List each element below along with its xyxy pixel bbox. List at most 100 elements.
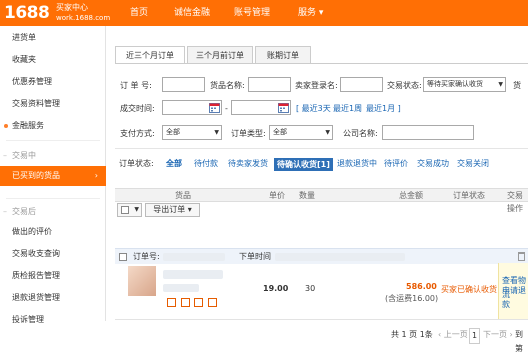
select-arrow-icon-2: ▼ [214,129,219,136]
order-meta-redacted [275,253,405,261]
sidebar-item-complaints[interactable]: 投诉管理 [0,310,106,330]
range-separator: - [225,104,228,113]
status-pending-receipt[interactable]: 待确认收货[1] [274,158,333,171]
status-refunding[interactable]: 退款退货中 [337,156,377,172]
unit-price: 19.00 [263,284,289,293]
sidebar-item-purchased-goods[interactable]: 已买到的货品 › [0,166,106,186]
shipping-fee: (含运费16.00) [385,294,439,303]
badge-icon-4 [207,298,217,307]
calendar-icon[interactable] [209,102,220,113]
sidebar-item-refunds[interactable]: 退款退货管理 [0,288,106,308]
sidebar-item-finance-label: 金融服务 [12,121,44,130]
site-logo[interactable]: 1688 [4,3,50,23]
select-arrow-icon-3: ▼ [325,129,330,136]
col-quantity: 数量 [299,191,315,200]
sidebar: 进货单 收藏夹 优惠券管理 交易资料管理 金融服务 – 交易中 已买到的货品 ›… [0,26,106,324]
goods-code-label-cut: 货 [513,81,521,90]
status-pending-review[interactable]: 待评价 [384,156,408,172]
sidebar-item-income-expense[interactable]: 交易收支查询 [0,244,106,264]
pager-prev[interactable]: ‹ 上一页 [438,328,468,342]
order-row: 19.00 30 586.00 (含运费16.00) 买家已确认收货 查看物流 … [115,263,528,320]
collapse-icon: – [3,151,7,160]
goods-name-label: 货品名称: [210,81,245,90]
delete-order-icon[interactable] [518,252,525,261]
tab-divider [115,63,528,64]
logo-subtitle: 买家中心 work.1688.com [56,3,110,23]
goods-name-input[interactable] [248,77,291,92]
sidebar-item-coupons[interactable]: 优惠券管理 [0,72,106,92]
seller-input[interactable] [340,77,383,92]
tab-recent-3-months[interactable]: 近三个月订单 [115,46,185,64]
calendar-icon-2[interactable] [278,102,289,113]
table-header: 货品 单价 数量 总金额 订单状态 交易操作 [115,188,528,213]
select-all-dropdown[interactable]: ▼ [117,203,142,217]
tab-credit-orders[interactable]: 账期订单 [255,46,311,64]
quick-link-1-week[interactable]: 最近1周 [333,102,362,116]
pager-goto: 到第 [515,330,523,353]
col-order-status: 订单状态 [453,191,485,200]
logo-subtitle-cn: 买家中心 [56,3,88,12]
sidebar-group-in-trade: – 交易中 [0,146,106,166]
order-header-row: 订单号: 下单时间 [115,248,528,264]
trade-status-select[interactable]: 等待买家确认收货 ▼ [423,77,506,92]
apply-refund-link[interactable]: 申请退款 [502,284,528,312]
order-checkbox[interactable] [119,253,127,261]
sidebar-item-finance[interactable]: 金融服务 [0,116,106,136]
tab-older-than-3-months[interactable]: 三个月前订单 [187,46,253,64]
sidebar-divider-2 [6,198,100,199]
filter-divider [115,148,528,149]
sidebar-item-qc-reports[interactable]: 质检报告管理 [0,266,106,286]
sidebar-divider [6,140,100,141]
product-title-redacted[interactable] [163,270,223,279]
finance-dot-icon [4,124,8,128]
col-unit-price: 单价 [269,191,285,200]
select-arrow-icon: ▼ [498,81,503,88]
trade-status-value: 等待买家确认收货 [427,80,483,88]
nav-service[interactable]: 服务 ▾ [298,0,323,26]
deal-time-start-input[interactable] [162,100,222,115]
export-orders-button[interactable]: 导出订单 ▾ [145,203,200,217]
main-content: 近三个月订单 三个月前订单 账期订单 订 单 号: 货品名称: 卖家登录名: 交… [107,26,528,353]
order-type-select[interactable]: 全部 ▼ [269,125,333,140]
pager-current-page[interactable]: 1 [469,328,480,344]
order-no-label: 订 单 号: [120,81,152,90]
seller-label: 卖家登录名: [295,81,338,90]
order-no-input[interactable] [162,77,205,92]
sidebar-group-after-trade-label: 交易后 [12,207,36,216]
col-total: 总金额 [399,191,423,200]
product-thumbnail[interactable] [128,266,156,296]
pager-next[interactable]: 下一页 › [483,328,513,342]
company-input[interactable] [382,125,474,140]
sidebar-item-trade-data[interactable]: 交易资料管理 [0,94,106,114]
status-pending-payment[interactable]: 待付款 [194,156,218,172]
pay-method-select[interactable]: 全部 ▼ [162,125,222,140]
badge-icon-1 [167,298,176,307]
quick-link-3-days[interactable]: [ 最近3天 [296,102,331,116]
pager-summary: 共 1 页 1条 [391,330,433,339]
nav-credit-finance[interactable]: 诚信金融 [174,0,210,26]
company-label: 公司名称: [343,129,378,138]
total-amount: 586.00 [406,282,437,291]
select-all-checkbox[interactable] [121,206,129,214]
order-type-value: 全部 [273,128,287,136]
sidebar-item-reviews[interactable]: 做出的评价 [0,222,106,242]
chevron-right-icon: › [94,171,98,180]
order-no-prefix: 订单号: [133,252,160,261]
order-type-label: 订单类型: [231,129,266,138]
deal-time-end-input[interactable] [231,100,291,115]
nav-account[interactable]: 账号管理 [234,0,270,26]
quantity: 30 [305,284,316,293]
status-success[interactable]: 交易成功 [417,156,449,172]
trade-status-label: 交易状态: [387,81,422,90]
status-pending-shipment[interactable]: 待卖家发货 [228,156,268,172]
order-time-prefix: 下单时间 [239,252,271,261]
nav-home[interactable]: 首页 [130,0,148,26]
sidebar-item-favorites[interactable]: 收藏夹 [0,50,106,70]
status-all[interactable]: 全部 [166,156,182,172]
status-closed[interactable]: 交易关闭 [457,156,489,172]
badge-icon-3 [194,298,204,307]
sidebar-item-purchase-list[interactable]: 进货单 [0,28,106,48]
quick-link-1-month[interactable]: 最近1月 ] [366,102,401,116]
top-nav-bar: 1688 买家中心 work.1688.com 首页 诚信金融 账号管理 服务 … [0,0,528,26]
sidebar-group-after-trade: – 交易后 [0,202,106,222]
